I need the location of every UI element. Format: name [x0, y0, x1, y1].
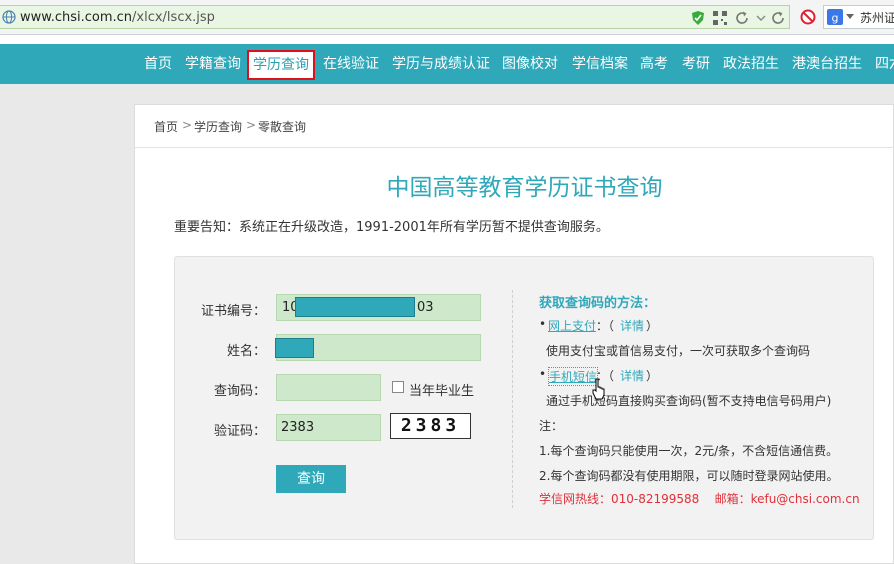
svg-text:g: g [832, 12, 839, 25]
breadcrumb-current: 零散查询 [258, 120, 307, 134]
cert-number-suffix: 03 [417, 300, 434, 315]
nav-item-kaoyan[interactable]: 考研 [682, 44, 710, 84]
bullet: • [539, 367, 547, 381]
cert-number-label: 证书编号： [200, 304, 266, 319]
redaction-mask [275, 338, 314, 358]
paren-close: ） [646, 319, 659, 333]
nav-item-home[interactable]: 首页 [144, 44, 172, 84]
breadcrumb-degree-query[interactable]: 学历查询 [194, 118, 242, 135]
query-button[interactable]: 查询 [276, 465, 346, 493]
paren-close: ） [646, 369, 659, 383]
current-graduate-label: 当年毕业生 [409, 384, 475, 399]
shield-icon[interactable] [690, 10, 706, 26]
chevron-down-icon[interactable] [753, 10, 769, 26]
note-1: 1.每个查询码只能使用一次，2元/条，不含短信通信费。 [539, 444, 839, 458]
hand-cursor-icon [592, 378, 605, 400]
search-input-text[interactable]: 苏州证 [860, 9, 894, 26]
header-strip [0, 35, 894, 44]
breadcrumb-separator: > [182, 118, 193, 132]
verify-code-field[interactable]: 2383 [276, 414, 381, 441]
google-g-icon: g [827, 9, 843, 25]
dropdown-arrow-icon[interactable] [846, 14, 854, 20]
note-2: 2.每个查询码都没有使用期限，可以随时登录网站使用。 [539, 469, 839, 483]
form-divider [512, 290, 513, 508]
nav-item-hk-macao-tw[interactable]: 港澳台招生 [792, 44, 862, 84]
note-label: 注： [539, 419, 564, 433]
sms-desc: 通过手机短码直接购买查询码(暂不支持电信号码用户) [546, 394, 832, 408]
globe-icon [2, 10, 16, 24]
captcha-image[interactable]: 2383 [390, 413, 471, 439]
redaction-mask [295, 297, 415, 317]
url-text: www.chsi.com.cn/xlcx/lscx.jsp [20, 10, 215, 25]
online-payment-desc: 使用支付宝或首信易支付，一次可获取多个查询码 [546, 344, 811, 358]
breadcrumb-separator: > [246, 118, 257, 132]
hotline-text: 学信网热线：010-82199588 邮箱：kefu@chsi.com.cn [539, 492, 860, 506]
help-heading: 获取查询码的方法： [539, 296, 657, 311]
bullet: • [539, 317, 547, 331]
nav-item-degree-query[interactable]: 学历查询 [247, 50, 315, 80]
page-title: 中国高等教育学历证书查询 [386, 175, 663, 201]
reload-icon[interactable] [770, 10, 786, 26]
breadcrumb-home[interactable]: 首页 [154, 118, 178, 135]
online-payment-link[interactable]: 网上支付 [548, 317, 596, 334]
nav-item-certification[interactable]: 学历与成绩认证 [392, 44, 490, 84]
name-label: 姓名： [226, 344, 266, 359]
nav-item-law-recruit[interactable]: 政法招生 [723, 44, 779, 84]
current-graduate-checkbox[interactable] [392, 381, 404, 393]
nav-item-image-check[interactable]: 图像校对 [502, 44, 558, 84]
query-code-label: 查询码： [213, 384, 266, 399]
qr-code-icon[interactable] [712, 10, 728, 26]
block-icon[interactable] [800, 9, 816, 25]
refresh-icon[interactable] [734, 10, 750, 26]
online-payment-details-link[interactable]: 详情 [620, 317, 644, 334]
important-notice: 重要告知：系统正在升级改造，1991-2001年所有学历暂不提供查询服务。 [174, 220, 609, 235]
verify-code-label: 验证码： [213, 424, 266, 439]
paren-open: ：（ [596, 319, 615, 333]
query-code-field[interactable] [276, 374, 381, 401]
sms-details-link[interactable]: 详情 [620, 367, 644, 384]
nav-item-student-status[interactable]: 学籍查询 [185, 44, 241, 84]
url-field[interactable]: www.chsi.com.cn/xlcx/lscx.jsp [0, 5, 790, 29]
nav-item-cet[interactable]: 四六 [875, 44, 894, 84]
nav-item-archive[interactable]: 学信档案 [572, 44, 628, 84]
nav-item-online-verify[interactable]: 在线验证 [323, 44, 379, 84]
nav-item-gaokao[interactable]: 高考 [640, 44, 668, 84]
sms-link[interactable]: 手机短信 [548, 367, 599, 386]
